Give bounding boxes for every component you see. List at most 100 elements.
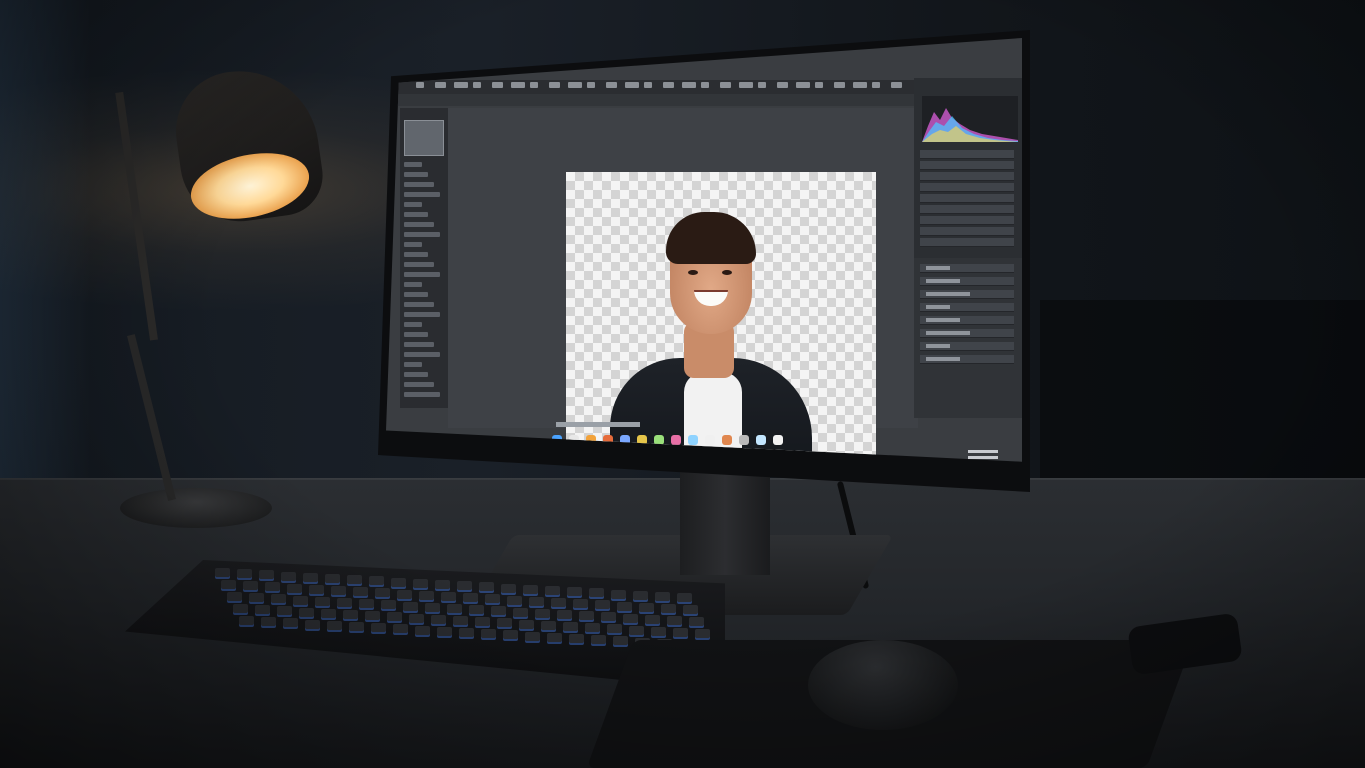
taskbar-app-icon[interactable]: [654, 435, 664, 445]
tool-row: [404, 302, 434, 307]
keyboard-key: [551, 598, 566, 607]
adjustment-row: [920, 150, 1014, 159]
keyboard-key: [337, 598, 352, 607]
tool-row: [404, 272, 440, 277]
tool-row: [404, 392, 440, 397]
taskbar-app-icon[interactable]: [671, 435, 681, 445]
layer-name: [926, 357, 960, 361]
keyboard-key: [369, 576, 384, 586]
tool-row: [404, 352, 440, 357]
layer-name: [926, 305, 950, 309]
canvas-scrollbar[interactable]: [556, 422, 640, 427]
keyboard-key: [239, 616, 254, 625]
menu-item: [416, 82, 424, 88]
adjustment-row: [920, 205, 1014, 214]
tool-row: [404, 382, 434, 387]
keyboard-key: [569, 634, 584, 643]
keyboard-key: [579, 611, 594, 621]
taskbar-app-icon[interactable]: [773, 435, 783, 445]
menu-item: [891, 82, 902, 88]
keyboard-key: [557, 610, 572, 619]
taskbar-app-icon[interactable]: [756, 435, 766, 445]
tool-row: [404, 252, 428, 257]
keyboard-key: [447, 604, 462, 613]
canvas-workspace[interactable]: [448, 108, 918, 462]
taskbar-app-icon[interactable]: [722, 435, 732, 445]
keyboard-key: [469, 605, 484, 615]
adjustment-row: [920, 161, 1014, 170]
menu-item: [568, 82, 582, 88]
keyboard-key: [349, 622, 364, 631]
keyboard-key: [293, 595, 308, 605]
layer-name: [926, 344, 950, 348]
keyboard-key: [525, 631, 540, 641]
keyboard-key: [617, 601, 632, 611]
clock-time: [968, 450, 998, 453]
adjustment-row: [920, 216, 1014, 225]
keyboard-key: [375, 588, 390, 598]
keyboard-key: [541, 620, 556, 630]
tool-row: [404, 342, 434, 347]
keyboard-key: [431, 614, 446, 624]
keyboard-key: [237, 569, 252, 579]
taskbar-app-icon[interactable]: [705, 435, 715, 445]
keyboard-key: [305, 619, 320, 629]
navigator-thumbnail[interactable]: [404, 120, 444, 156]
keyboard-key: [277, 606, 292, 616]
keyboard-key: [475, 617, 490, 627]
menu-item: [511, 82, 525, 88]
taskbar-app-icon[interactable]: [739, 435, 749, 445]
keyboard-key: [497, 618, 512, 628]
keyboard-key: [513, 607, 528, 617]
keyboard-key: [271, 594, 286, 604]
keyboard-key: [453, 616, 468, 625]
keyboard-key: [491, 606, 506, 616]
keyboard-key: [529, 596, 544, 606]
tool-row: [404, 332, 428, 337]
keyboard-key: [353, 587, 368, 597]
keyboard-key: [563, 622, 578, 631]
menu-item: [606, 82, 617, 88]
menu-item: [739, 82, 753, 88]
tool-row: [404, 202, 422, 207]
keyboard-key: [441, 592, 456, 601]
keyboard-key: [573, 599, 588, 609]
keyboard-key: [651, 626, 666, 636]
keyboard-key: [673, 628, 688, 637]
keyboard-key: [435, 580, 450, 589]
keyboard-key: [397, 589, 412, 599]
taskbar-app-icon[interactable]: [688, 435, 698, 445]
keyboard-key: [633, 590, 648, 600]
menu-item: [872, 82, 880, 88]
keyboard-key: [287, 583, 302, 593]
tool-row: [404, 162, 422, 167]
keyboard-key: [321, 608, 336, 618]
keyboard-key: [545, 586, 560, 595]
subject-hair: [666, 212, 756, 264]
adjustment-row: [920, 183, 1014, 192]
keyboard-key: [331, 586, 346, 595]
keyboard-key: [523, 584, 538, 594]
tool-row: [404, 322, 422, 327]
keyboard-key: [233, 604, 248, 613]
menu-item: [701, 82, 709, 88]
tool-row: [404, 172, 428, 177]
subject-right-eye: [722, 270, 732, 275]
keyboard-key: [661, 604, 676, 613]
tool-row: [404, 182, 434, 187]
keyboard-key: [507, 595, 522, 605]
keyboard-key: [299, 607, 314, 617]
keyboard-key: [249, 593, 264, 603]
menu-item: [758, 82, 766, 88]
adjustment-row: [920, 194, 1014, 203]
tool-row: [404, 372, 428, 377]
keyboard-key: [519, 619, 534, 629]
tool-row: [404, 292, 428, 297]
keyboard-key: [381, 600, 396, 610]
keyboard-key: [611, 589, 626, 599]
keyboard-key: [259, 570, 274, 580]
keyboard-key: [415, 625, 430, 635]
keyboard-key: [607, 624, 622, 634]
adjustment-row: [920, 238, 1014, 247]
subject-left-eye: [688, 270, 698, 275]
